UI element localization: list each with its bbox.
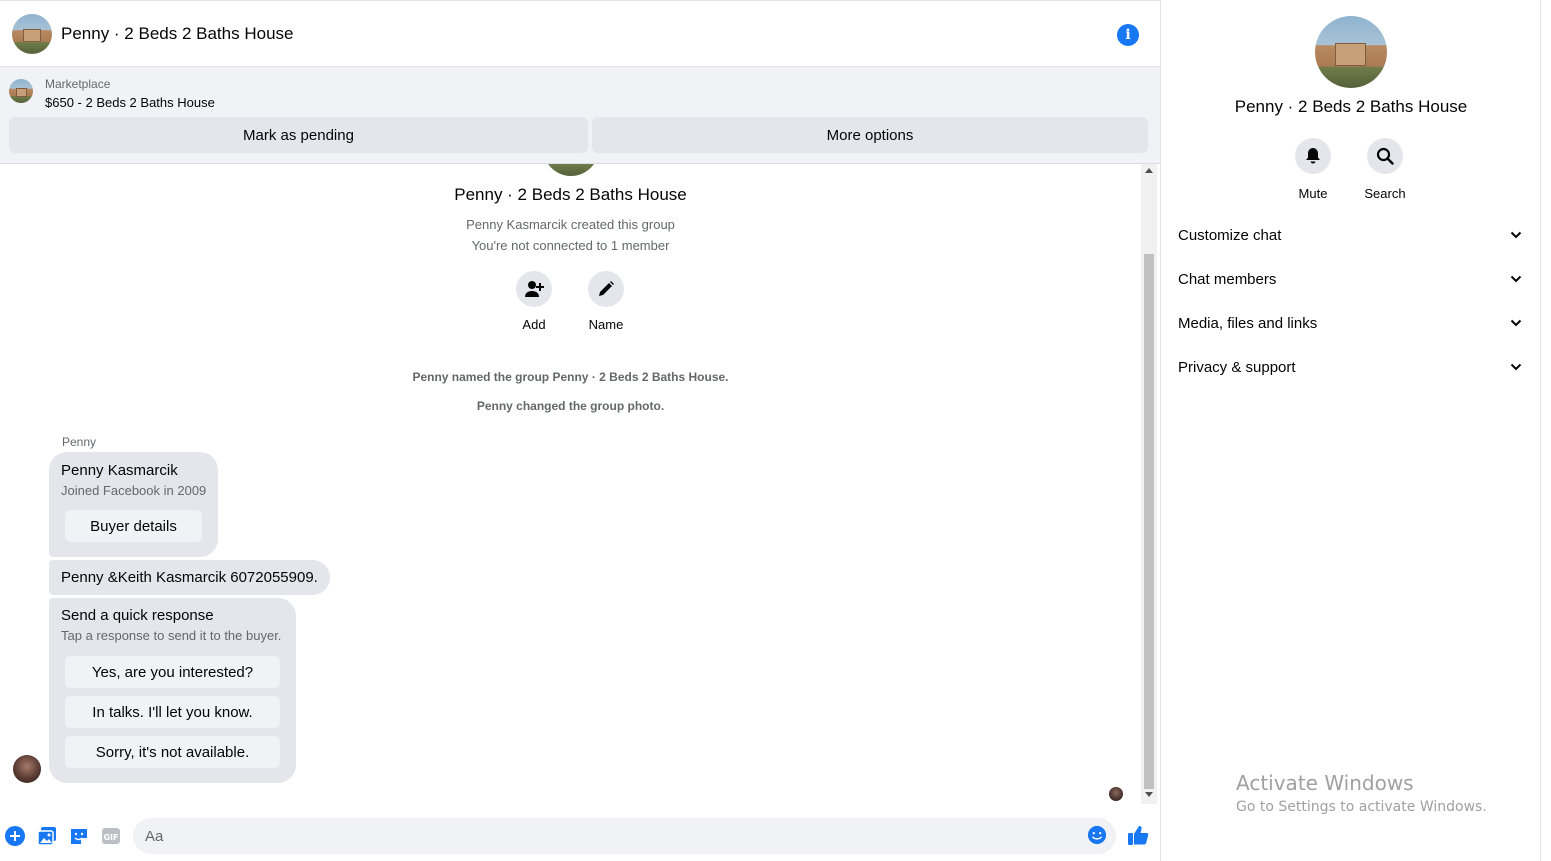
group-avatar[interactable] <box>12 14 52 54</box>
pencil-icon <box>588 271 624 307</box>
message-input[interactable] <box>133 818 1116 854</box>
mute-label: Mute <box>1298 186 1328 201</box>
scrollbar-thumb[interactable] <box>1144 254 1154 789</box>
more-options-button[interactable]: More options <box>592 117 1148 153</box>
quick-response-in-talks-button[interactable]: In talks. I'll let you know. <box>65 696 280 728</box>
photo-icon[interactable] <box>37 826 57 846</box>
buyer-name: Penny Kasmarcik <box>61 462 178 479</box>
scroll-down-arrow-icon[interactable] <box>1145 792 1153 797</box>
watermark-subtitle: Go to Settings to activate Windows. <box>1236 799 1487 815</box>
sender-name: Penny <box>62 435 97 449</box>
like-icon[interactable] <box>1127 824 1149 846</box>
quick-response-not-available-button[interactable]: Sorry, it's not available. <box>65 736 280 768</box>
quick-response-title: Send a quick response <box>61 607 214 624</box>
section-label: Media, files and links <box>1178 314 1318 332</box>
photo-change-event-text: Penny changed the group photo. <box>476 399 665 413</box>
quick-response-subtitle: Tap a response to send it to the buyer. <box>61 628 282 643</box>
search-label: Search <box>1364 186 1406 201</box>
conversation-info-panel: Penny · 2 Beds 2 Baths House Mute Search… <box>1160 0 1540 861</box>
message-scrollbar[interactable] <box>1141 164 1157 804</box>
section-chat-members[interactable]: Chat members <box>1161 257 1541 301</box>
quick-response-card: Send a quick response Tap a response to … <box>49 598 296 783</box>
chevron-down-icon <box>1510 231 1522 239</box>
section-label: Chat members <box>1178 270 1277 288</box>
info-icon[interactable]: i <box>1117 24 1139 46</box>
rename-event-text: Penny named the group Penny · 2 Beds 2 B… <box>412 370 729 384</box>
add-member-button[interactable]: Add <box>504 271 564 332</box>
add-label: Add <box>522 317 546 332</box>
connection-status-text: You're not connected to 1 member <box>471 238 670 253</box>
group-photo <box>543 164 599 176</box>
buyer-joined-text: Joined Facebook in 2009 <box>61 483 207 498</box>
search-button[interactable]: Search <box>1355 138 1415 201</box>
chat-header: Penny · 2 Beds 2 Baths House i <box>0 2 1160 66</box>
watermark-title: Activate Windows <box>1236 771 1414 795</box>
section-media-files-links[interactable]: Media, files and links <box>1161 301 1541 345</box>
search-icon <box>1367 138 1403 174</box>
chat-panel: Penny · 2 Beds 2 Baths House i Marketpla… <box>0 0 1160 861</box>
group-name-heading: Penny · 2 Beds 2 Baths House <box>454 185 687 204</box>
listing-thumbnail[interactable] <box>9 79 33 103</box>
listing-title[interactable]: $650 - 2 Beds 2 Baths House <box>45 95 215 110</box>
name-label: Name <box>588 317 624 332</box>
chevron-down-icon <box>1510 319 1522 327</box>
name-group-button[interactable]: Name <box>576 271 636 332</box>
message-composer: GIF <box>0 804 1160 861</box>
buyer-card: Penny Kasmarcik Joined Facebook in 2009 … <box>49 452 218 557</box>
marketplace-label: Marketplace <box>45 77 111 91</box>
mute-button[interactable]: Mute <box>1283 138 1343 201</box>
section-label: Privacy & support <box>1178 358 1296 376</box>
scroll-up-arrow-icon[interactable] <box>1145 168 1153 173</box>
message-bubble[interactable]: Penny &Keith Kasmarcik 6072055909. <box>49 560 330 595</box>
sender-avatar[interactable] <box>13 755 41 783</box>
gif-icon[interactable]: GIF <box>101 826 121 846</box>
chevron-down-icon <box>1510 363 1522 371</box>
emoji-icon[interactable] <box>1087 825 1107 845</box>
chat-title[interactable]: Penny · 2 Beds 2 Baths House <box>61 24 293 44</box>
quick-response-interested-button[interactable]: Yes, are you interested? <box>65 656 280 688</box>
page-scrollbar[interactable] <box>1540 0 1551 861</box>
section-privacy-support[interactable]: Privacy & support <box>1161 345 1541 389</box>
info-title: Penny · 2 Beds 2 Baths House <box>1234 97 1468 116</box>
section-label: Customize chat <box>1178 226 1282 244</box>
svg-text:GIF: GIF <box>103 833 118 842</box>
message-list[interactable]: Penny · 2 Beds 2 Baths House Penny Kasma… <box>0 164 1141 804</box>
plus-icon[interactable] <box>5 826 25 846</box>
sticker-icon[interactable] <box>69 826 89 846</box>
marketplace-bar: Marketplace $650 - 2 Beds 2 Baths House … <box>0 66 1160 164</box>
read-receipt-avatar <box>1109 787 1123 801</box>
bell-icon <box>1295 138 1331 174</box>
windows-activation-watermark: Activate Windows Go to Settings to activ… <box>1236 771 1487 815</box>
section-customize-chat[interactable]: Customize chat <box>1161 213 1541 257</box>
add-person-icon <box>516 271 552 307</box>
buyer-details-button[interactable]: Buyer details <box>65 510 202 542</box>
chevron-down-icon <box>1510 275 1522 283</box>
info-group-avatar[interactable] <box>1315 16 1387 88</box>
group-created-text: Penny Kasmarcik created this group <box>466 217 675 232</box>
mark-as-pending-button[interactable]: Mark as pending <box>9 117 588 153</box>
